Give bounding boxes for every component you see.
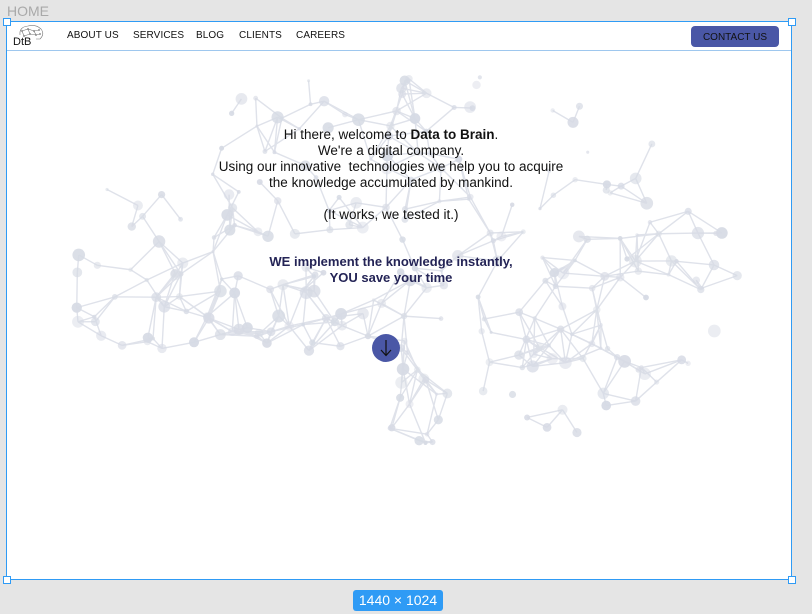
nav-item-blog[interactable]: BLOG xyxy=(196,30,224,41)
hero-tagline: WE implement the knowledge instantly, YO… xyxy=(156,254,626,286)
nav-item-clients[interactable]: CLIENTS xyxy=(239,30,282,41)
arrow-down-icon xyxy=(380,340,392,357)
intro-line-4: the knowledge accumulated by mankind. xyxy=(269,175,513,190)
brain-network-background xyxy=(71,75,742,446)
logo-text: DtB xyxy=(13,36,32,48)
logo[interactable]: DtB xyxy=(10,23,46,48)
resize-handle-top-left[interactable] xyxy=(3,18,11,26)
navbar: DtB ABOUT US SERVICES BLOG CLIENTS CAREE… xyxy=(6,21,792,51)
tagline-line-1: WE implement the knowledge instantly, xyxy=(269,254,513,269)
intro-prefix: Hi there, welcome to xyxy=(283,127,411,142)
intro-line-3: Using our innovative technologies we hel… xyxy=(218,159,564,174)
frame-name-label[interactable]: HOME xyxy=(7,3,49,19)
nav-item-careers[interactable]: CAREERS xyxy=(296,30,345,41)
intro-suffix: . xyxy=(494,127,499,142)
intro-line-5: (It works, we tested it.) xyxy=(323,207,459,222)
resize-handle-top-right[interactable] xyxy=(788,18,796,26)
home-frame: DtB ABOUT US SERVICES BLOG CLIENTS CAREE… xyxy=(6,21,792,579)
scroll-down-button[interactable] xyxy=(372,334,400,362)
tagline-line-2: YOU save your time xyxy=(329,270,453,285)
frame-size-badge: 1440 × 1024 xyxy=(353,590,443,611)
intro-line-1: Hi there, welcome to Data to Brain. xyxy=(156,127,626,143)
intro-spacer xyxy=(156,191,626,207)
contact-us-button[interactable]: CONTACT US xyxy=(691,26,779,47)
nav-item-about-us[interactable]: ABOUT US xyxy=(67,30,119,41)
nav-item-services[interactable]: SERVICES xyxy=(133,30,184,41)
resize-handle-bottom-right[interactable] xyxy=(788,576,796,584)
hero-intro: Hi there, welcome to Data to Brain. We'r… xyxy=(156,127,626,223)
intro-line-2: We're a digital company. xyxy=(317,143,465,158)
resize-handle-bottom-left[interactable] xyxy=(3,576,11,584)
brand-name: Data to Brain xyxy=(410,127,495,142)
